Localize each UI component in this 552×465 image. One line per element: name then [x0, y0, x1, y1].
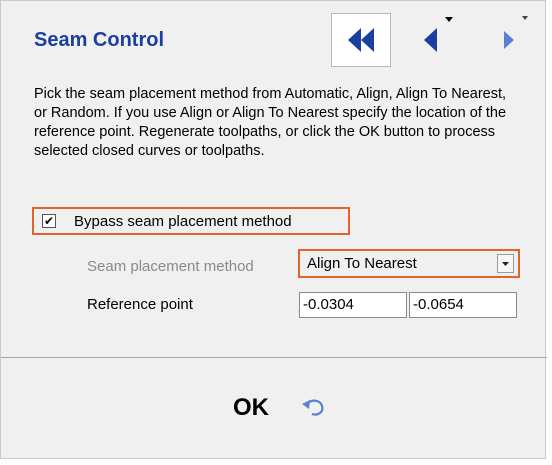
ok-button[interactable]: OK — [233, 394, 269, 422]
reference-y-input[interactable]: -0.0654 — [409, 292, 517, 318]
chevron-down-icon — [502, 261, 509, 266]
reference-point-label: Reference point — [87, 296, 193, 313]
seam-method-select[interactable]: Align To Nearest — [298, 249, 520, 278]
bypass-checkbox-row[interactable]: ✔ Bypass seam placement method — [32, 207, 350, 235]
right-arrow-icon — [504, 31, 514, 49]
nav-next-button[interactable] — [489, 13, 529, 67]
seam-control-panel: Seam Control Pick the seam placement met… — [0, 0, 547, 459]
description-text: Pick the seam placement method from Auto… — [34, 86, 507, 159]
undo-icon[interactable] — [300, 397, 326, 419]
seam-method-label: Seam placement method — [87, 258, 254, 275]
prev-dropdown-indicator-icon — [445, 17, 453, 22]
bypass-checkbox[interactable]: ✔ — [42, 214, 56, 228]
divider — [1, 357, 547, 358]
reference-x-input[interactable]: -0.0304 — [299, 292, 407, 318]
left-arrow-icon — [424, 28, 437, 52]
bypass-label: Bypass seam placement method — [74, 212, 292, 230]
nav-prev-button[interactable] — [409, 13, 453, 67]
nav-first-button[interactable] — [331, 13, 391, 67]
dropdown-button[interactable] — [497, 254, 514, 273]
seam-method-value: Align To Nearest — [307, 255, 417, 272]
double-left-arrow-icon — [348, 28, 374, 52]
panel-title: Seam Control — [34, 29, 165, 51]
next-dropdown-indicator-icon — [522, 16, 528, 20]
